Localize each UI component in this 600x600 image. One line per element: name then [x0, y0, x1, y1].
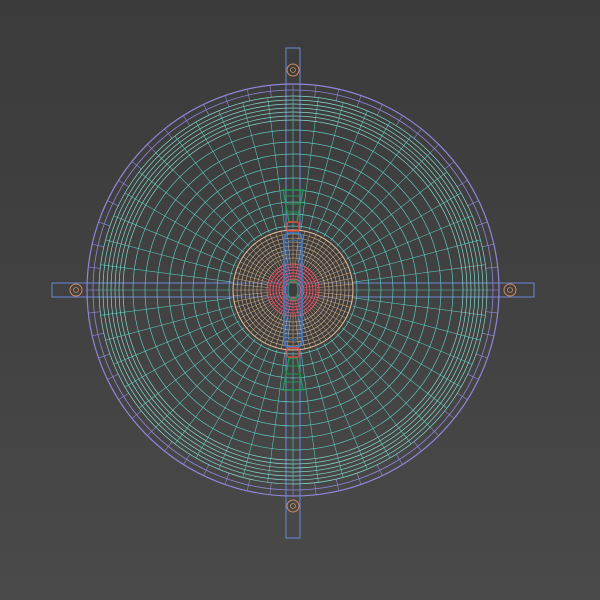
rim-segment — [467, 373, 479, 380]
bowl-spoke — [354, 297, 486, 316]
rim-segment — [107, 200, 119, 207]
rim-segment — [164, 128, 173, 139]
screw-hole — [290, 503, 296, 509]
bowl-spoke — [300, 351, 319, 483]
rim-segment — [467, 200, 479, 207]
rim-segment — [376, 104, 383, 116]
screw-hole — [73, 287, 79, 293]
screw-head-icon — [286, 499, 300, 513]
rim-segment — [118, 392, 129, 400]
rim-segment — [476, 221, 488, 227]
rim-segment — [476, 353, 488, 359]
rim-segment — [107, 373, 119, 380]
screw-head-icon — [503, 283, 517, 297]
rim-segment — [356, 95, 362, 107]
bowl-spoke — [308, 349, 344, 478]
bowl-spoke — [352, 239, 481, 275]
lamp-shade-wireframe-model[interactable] — [0, 0, 600, 600]
rim-segment — [444, 410, 455, 419]
bowl-spoke — [354, 264, 486, 283]
rim-segment — [224, 95, 230, 107]
rim-segment — [413, 128, 422, 139]
screw-head-icon — [69, 283, 83, 297]
rim-segment — [183, 115, 191, 126]
bowl-spoke — [100, 264, 232, 283]
screw-hole — [290, 67, 296, 73]
rim-segment — [164, 441, 173, 452]
bowl-spoke — [100, 297, 232, 316]
bowl-spoke — [352, 305, 481, 341]
rim-segment — [131, 161, 142, 170]
rim-segment — [395, 454, 403, 465]
rim-segment — [457, 392, 468, 400]
rim-segment — [356, 473, 362, 485]
rim-segment — [457, 180, 468, 188]
wireframe-viewport[interactable] — [0, 0, 600, 600]
rim-segment — [224, 473, 230, 485]
rim-segment — [118, 180, 129, 188]
rim-segment — [183, 454, 191, 465]
rim-segment — [376, 464, 383, 476]
bowl-spoke — [308, 102, 344, 231]
bowl-spoke — [242, 102, 278, 231]
rim-segment — [203, 464, 210, 476]
screw-hole — [507, 287, 513, 293]
screw-head-icon — [286, 63, 300, 77]
rim-segment — [444, 161, 455, 170]
rim-segment — [98, 221, 110, 227]
rim-segment — [413, 441, 422, 452]
bowl-spoke — [267, 351, 286, 483]
rim-segment — [98, 353, 110, 359]
bowl-spoke — [105, 305, 234, 341]
bowl-spoke — [242, 349, 278, 478]
bowl-spoke — [300, 97, 319, 229]
rim-segment — [395, 115, 403, 126]
bulb-socket-mesh — [232, 229, 354, 351]
bowl-spoke — [267, 97, 286, 229]
rim-segment — [131, 410, 142, 419]
bowl-spoke — [105, 239, 234, 275]
rim-segment — [203, 104, 210, 116]
